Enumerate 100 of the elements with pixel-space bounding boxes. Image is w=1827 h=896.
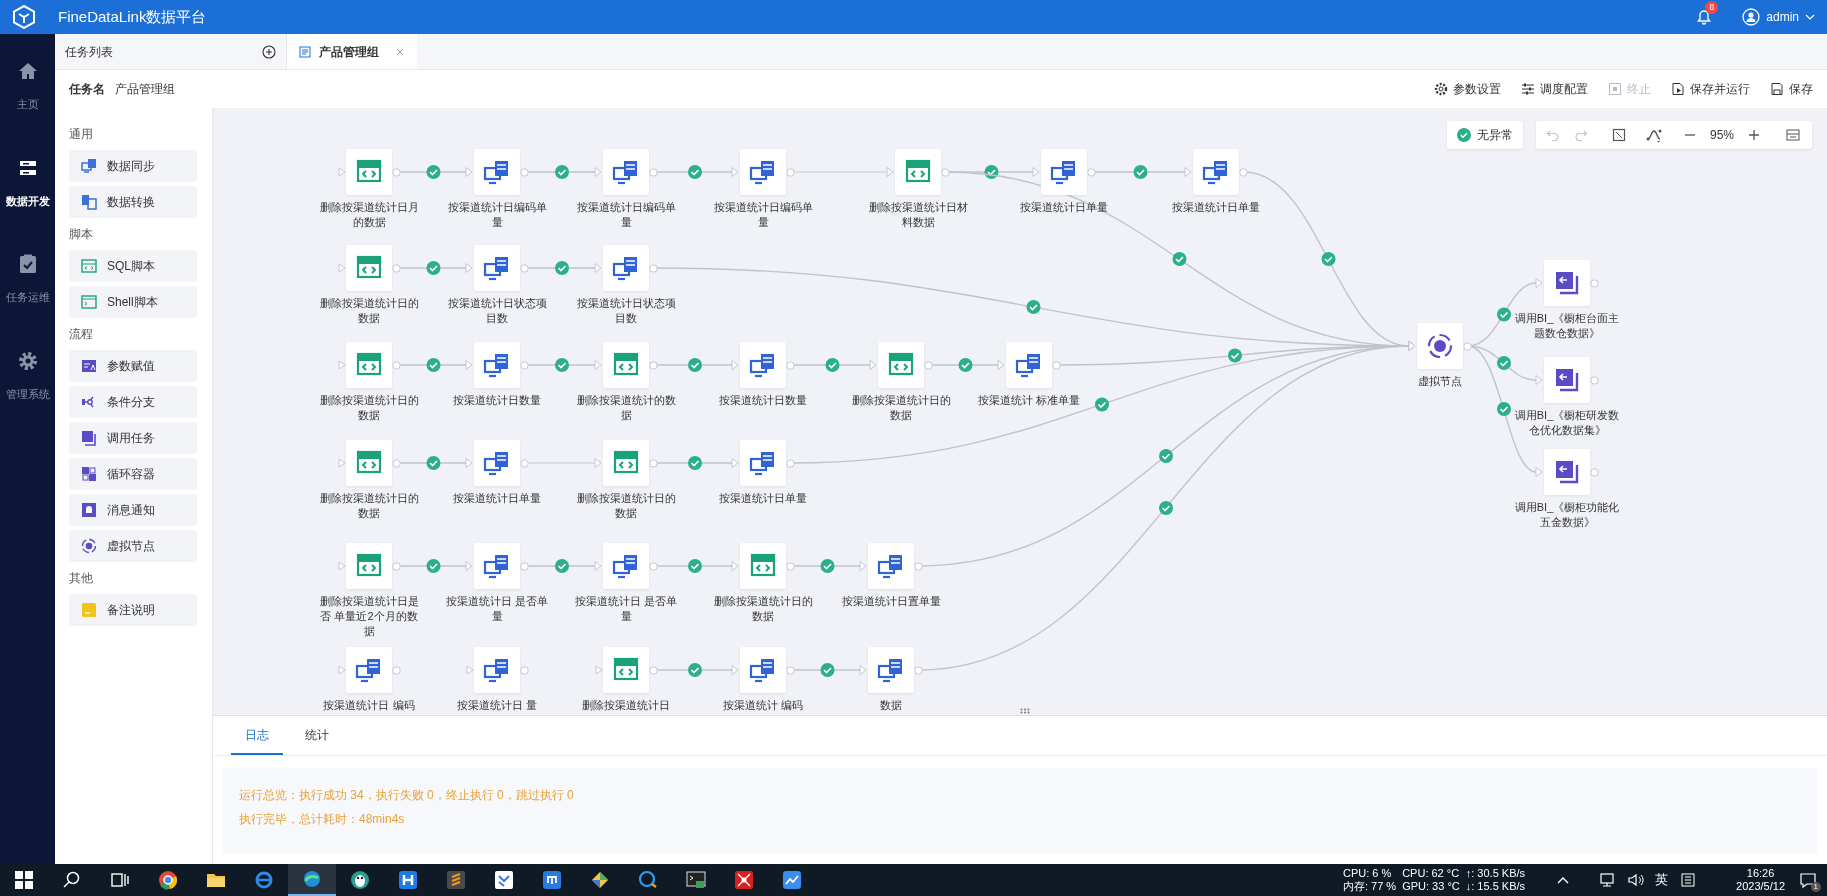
flow-node[interactable] (895, 149, 941, 195)
flow-node[interactable] (1544, 260, 1590, 306)
flow-node[interactable] (346, 543, 392, 589)
palette-item[interactable]: SQL脚本 (69, 250, 197, 282)
flow-node[interactable] (346, 647, 392, 693)
add-icon[interactable] (262, 44, 276, 59)
toolbar-button[interactable]: 保存 (1770, 80, 1813, 98)
log-tab[interactable]: 统计 (291, 717, 343, 755)
flow-node[interactable] (1544, 449, 1590, 495)
flow-node[interactable] (474, 149, 520, 195)
parameter-icon (81, 358, 97, 374)
flow-node[interactable] (346, 440, 392, 486)
target-icon (81, 538, 97, 554)
flow-node[interactable] (1041, 149, 1087, 195)
palette-item[interactable]: 数据同步 (69, 150, 197, 182)
minimap-icon[interactable] (1786, 128, 1801, 142)
node-label: 按渠道统计日单量 (718, 491, 808, 506)
computer-icon (749, 656, 777, 684)
flow-node[interactable] (603, 440, 649, 486)
palette-item[interactable]: 条件分支 (69, 386, 197, 418)
close-icon[interactable] (395, 46, 405, 57)
sliders-icon (1521, 82, 1535, 96)
check-icon (820, 559, 835, 573)
flow-node[interactable] (1544, 357, 1590, 403)
flow-node[interactable] (474, 440, 520, 486)
code-window-icon (81, 258, 97, 274)
flow-node[interactable] (740, 440, 786, 486)
node-label: 虚拟节点 (1417, 374, 1463, 389)
volume-icon[interactable] (1627, 871, 1646, 889)
palette-item[interactable]: 循环容器 (69, 458, 197, 490)
node-label: 按渠道统计日 是否单量 (444, 594, 550, 624)
palette-item[interactable]: 数据转换 (69, 186, 197, 218)
flow-node[interactable] (868, 543, 914, 589)
editor-tab[interactable]: 产品管理组 (287, 34, 417, 69)
bell-icon[interactable] (1696, 9, 1713, 25)
flow-node[interactable] (346, 342, 392, 388)
section-heading: 脚本 (69, 226, 94, 243)
check-icon (688, 663, 702, 677)
toolbar-button[interactable]: 参数设置 (1434, 80, 1501, 98)
clock[interactable]: 16:26 2023/5/12 (1736, 867, 1785, 893)
fit-view-icon[interactable] (1612, 128, 1626, 142)
palette-item[interactable]: Shell脚本 (69, 286, 197, 318)
flow-node[interactable] (603, 647, 649, 693)
palette-item[interactable]: 消息通知 (69, 494, 197, 526)
flow-node[interactable] (603, 245, 649, 291)
flow-node[interactable] (474, 543, 520, 589)
nav-item[interactable]: 管理系统 (0, 349, 55, 402)
check-icon (1497, 307, 1511, 322)
flow-node[interactable] (868, 647, 914, 693)
flow-node[interactable] (603, 149, 649, 195)
task-name-value: 产品管理组 (115, 81, 175, 98)
nav-item[interactable]: 任务运维 (0, 253, 55, 306)
flow-canvas[interactable] (213, 108, 1827, 715)
toolbar-button[interactable]: 保存并运行 (1671, 80, 1750, 98)
palette-item[interactable]: 虚拟节点 (69, 530, 197, 562)
output-port-icon (392, 360, 401, 370)
log-tab[interactable]: 日志 (231, 717, 283, 755)
user-name[interactable]: admin (1766, 8, 1799, 26)
resize-handle-icon[interactable] (1020, 708, 1030, 714)
flow-node[interactable] (740, 342, 786, 388)
output-port-icon (392, 167, 401, 177)
input-method-indicator[interactable]: 英 (1655, 870, 1669, 890)
check-icon (1457, 128, 1471, 142)
flow-node[interactable] (474, 342, 520, 388)
node-label: 删除按渠道统计日的数据 (318, 491, 420, 521)
computer-icon (355, 656, 383, 684)
flow-node[interactable] (740, 149, 786, 195)
node-label: 按渠道统计日 编码 (322, 698, 416, 713)
palette-item[interactable]: 参数赋值 (69, 350, 197, 382)
flow-node[interactable] (740, 647, 786, 693)
check-icon (1133, 165, 1148, 179)
output-port-icon (649, 167, 658, 177)
nav-item[interactable]: 数据开发 (0, 156, 55, 209)
flow-node[interactable] (474, 647, 520, 693)
windows-icon (12, 868, 36, 892)
flow-node[interactable] (740, 543, 786, 589)
taskbar-button[interactable] (288, 864, 336, 896)
zoom-in-icon[interactable] (1748, 129, 1761, 141)
flow-node[interactable] (603, 543, 649, 589)
flow-node[interactable] (346, 149, 392, 195)
computer-icon (483, 254, 511, 282)
toolbar-button[interactable]: 调度配置 (1521, 80, 1588, 98)
nav-item[interactable]: 主页 (0, 60, 55, 113)
palette-item[interactable]: 调用任务 (69, 422, 197, 454)
check-icon (555, 165, 569, 179)
notification-icon[interactable] (1799, 871, 1817, 889)
line-style-icon[interactable] (1646, 127, 1662, 143)
output-port-icon (786, 458, 795, 468)
flow-node[interactable] (878, 342, 924, 388)
flow-node[interactable] (474, 245, 520, 291)
caret-icon[interactable] (1805, 12, 1815, 22)
app-title: FineDataLink数据平台 (58, 6, 207, 27)
flow-node[interactable] (1006, 342, 1052, 388)
keyboard-icon[interactable] (1680, 872, 1697, 888)
app-icon (732, 868, 756, 892)
flow-node[interactable] (346, 245, 392, 291)
flow-node[interactable] (1417, 323, 1463, 369)
palette-item[interactable]: 备注说明 (69, 594, 197, 626)
flow-node[interactable] (603, 342, 649, 388)
flow-node[interactable] (1193, 149, 1239, 195)
